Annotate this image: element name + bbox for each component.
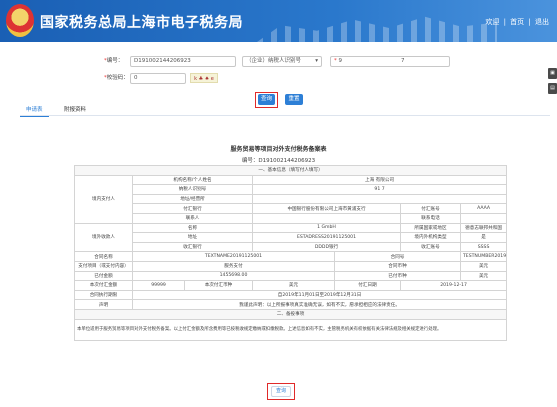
site-title: 国家税务总局上海市电子税务局 — [40, 15, 243, 31]
field-value: AAAA — [459, 203, 508, 214]
field-label: 机构名称/个人姓名 — [132, 174, 253, 186]
field-value — [252, 212, 401, 224]
field-value: 德意志联邦共和国 — [459, 222, 508, 234]
top-banner: 国家税务总局上海市电子税务局 欢迎 | 首页 | 退出 — [0, 0, 557, 42]
field-label: 境内外机构类型 — [400, 232, 461, 243]
domestic-payer-label: 境内支付人 — [74, 174, 133, 224]
field-value: 美元 — [252, 280, 335, 291]
field-value: 99999 — [132, 280, 185, 291]
section-basic-info: 一、基本信息（填写付人填写） — [73, 165, 508, 176]
field-value: TEXTNAME20191125001 — [132, 251, 335, 262]
side-tool-icon[interactable]: ▣ — [548, 68, 557, 79]
welcome-text: 欢迎 — [485, 18, 500, 26]
field-value: 1 GmbH — [252, 222, 401, 234]
tax-emblem-logo — [6, 4, 34, 37]
field-value: 91 7 — [251, 184, 508, 195]
number-input[interactable]: D191002144206923 — [130, 56, 236, 67]
field-value — [459, 212, 508, 224]
tab-bar: 申请表 附报资料 — [20, 104, 550, 117]
number-label: *编号： — [104, 58, 124, 64]
field-label: 合同执行期限 — [74, 289, 133, 301]
field-label: 付汇银行 — [132, 203, 253, 214]
tab-attachments[interactable]: 附报资料 — [58, 104, 92, 116]
field-value: 美元 — [459, 260, 508, 272]
field-value: 中国银行股份有限公司上海市黄浦支行 — [252, 203, 401, 214]
field-value: 2019-12-17 — [399, 280, 508, 291]
captcha-image[interactable]: k ♣ ♠ e — [190, 73, 218, 83]
filing-table: 一、基本信息（填写付人填写） 境内支付人 机构名称/个人姓名 上海 有限公司 纳… — [73, 165, 508, 341]
field-value: 自2019年11月01日至2019年12月31日 — [131, 289, 508, 301]
captcha-input[interactable]: 0 — [130, 73, 186, 84]
great-wall-decoration — [257, 16, 497, 42]
field-label: 纳税人识别号 — [132, 184, 253, 195]
field-value: 1455698.00 — [132, 270, 335, 282]
side-tool-icon[interactable]: ▤ — [548, 83, 557, 94]
filing-note: 本单位适用于服务贸易等项目对外支付税务备案。以上付汇金额及所含费用等已按税收规定… — [73, 318, 508, 341]
captcha-label: *校验码： — [104, 75, 129, 81]
field-label: 已付金额 — [74, 270, 133, 282]
field-label: 本次付汇金额 — [74, 280, 133, 291]
link-divider: | — [503, 18, 506, 26]
field-value: SSSS — [459, 241, 508, 253]
taxpayer-id-input[interactable]: * 97 — [330, 56, 450, 67]
field-label: 联系人 — [132, 212, 253, 224]
field-label: 合同名称 — [74, 251, 133, 262]
field-label: 支付项目（或支付内容） — [74, 260, 133, 272]
home-link[interactable]: 首页 — [510, 18, 524, 26]
field-label: 本次付汇币种 — [184, 280, 253, 291]
field-value — [251, 193, 508, 205]
field-value: TESTNUMBER20191125001 — [459, 251, 508, 262]
tax-type-select[interactable]: （企业）纳税人识别号 ▾ — [242, 56, 322, 67]
logout-link[interactable]: 退出 — [535, 18, 549, 26]
field-label: 地址/经营所 — [132, 193, 253, 205]
field-label: 收汇银行 — [132, 241, 253, 253]
header-links: 欢迎 | 首页 | 退出 — [483, 17, 549, 27]
tab-application[interactable]: 申请表 — [20, 104, 49, 117]
field-label: 联系电话 — [400, 212, 461, 224]
side-toolbar: ▣ ▤ — [548, 68, 557, 98]
field-label: 声明 — [74, 299, 133, 310]
field-value: ESTADRESS20191125001 — [252, 232, 401, 243]
field-label: 已付币种 — [334, 270, 461, 282]
field-label: 付汇日期 — [334, 280, 401, 291]
field-value: 服务支付 — [132, 260, 335, 272]
field-label: 地址 — [132, 232, 253, 243]
field-value: 我谨此声明：以上所报事项真实准确无误，如有不实，愿承担相应的法律责任。 — [131, 299, 508, 310]
field-label: 收汇账号 — [400, 241, 461, 253]
field-label: 合同币种 — [334, 260, 461, 272]
bottom-query-button[interactable]: 查询 — [271, 386, 291, 397]
sheet-title: 服务贸易等项目对外支付税务备案表 — [230, 146, 327, 153]
field-label: 所属国家或地区 — [400, 222, 461, 234]
field-label: 合同号 — [334, 251, 461, 262]
field-value: DDDD银行 — [252, 241, 401, 253]
link-divider: | — [528, 18, 531, 26]
field-label: 名称 — [132, 222, 253, 234]
field-value: 上海 有限公司 — [251, 174, 508, 186]
field-label: 付汇账号 — [400, 203, 461, 214]
section-filing-items: 二、备投事项 — [73, 308, 508, 320]
overseas-receiver-label: 境外收款人 — [74, 222, 133, 253]
field-value: 美元 — [459, 270, 508, 282]
field-value: 是 — [459, 232, 508, 243]
sheet-number: 编号：D191002144206923 — [241, 158, 316, 164]
